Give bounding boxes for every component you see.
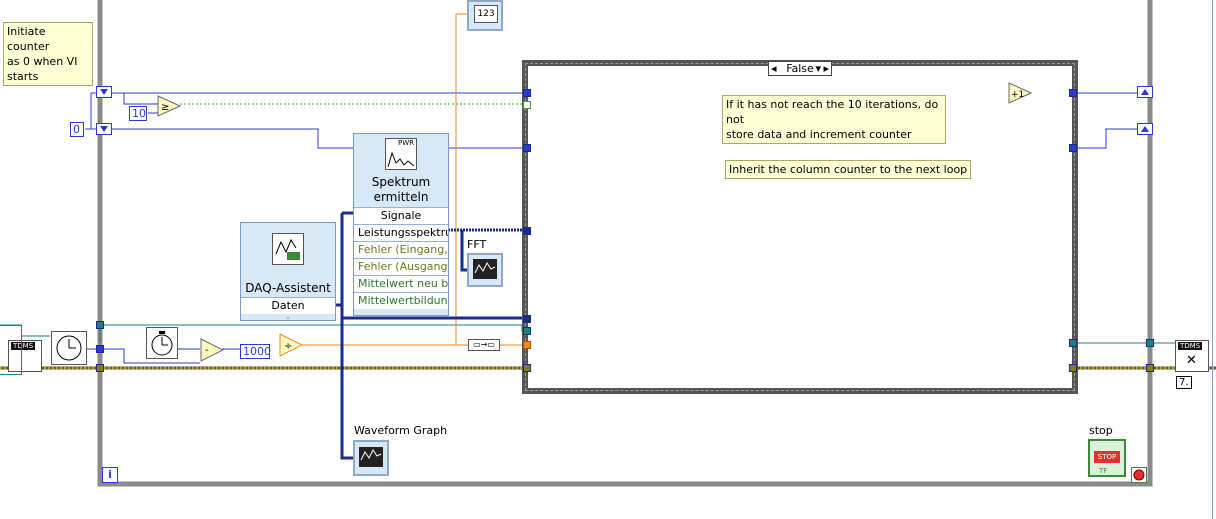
case-tunnel-out-3 [1069, 339, 1077, 347]
fft-label: FFT [467, 238, 487, 251]
svg-text:+1: +1 [1011, 90, 1024, 100]
stop-label: stop [1089, 424, 1113, 437]
terminal-leistungsspektrum[interactable]: Leistungsspektru [354, 224, 448, 241]
left-refnum-box [0, 325, 22, 375]
loop-condition-icon[interactable] [1131, 467, 1147, 483]
case-selector-value: False [786, 62, 814, 75]
case-tunnel-out-4 [1069, 364, 1077, 372]
stop-button-face: STOP [1094, 451, 1120, 463]
numeric-display-text: 123 [474, 5, 498, 23]
case-tunnel-6 [523, 341, 531, 349]
power-spectrum-icon: PWR [385, 138, 417, 170]
loop-tunnel-refnum-right [1146, 339, 1154, 347]
stop-button-control[interactable]: STOP TF [1088, 439, 1126, 477]
greater-or-equal-function[interactable]: ≥ [157, 95, 181, 117]
terminal-fehler-eingang[interactable]: Fehler (Eingang, [354, 241, 448, 258]
terminal-mittelwert-neu[interactable]: Mittelwert neu b [354, 275, 448, 292]
loop-tunnel-error-left [96, 364, 104, 372]
case-tunnel-out-2 [1069, 144, 1077, 152]
waveform-graph-label: Waveform Graph [354, 424, 448, 437]
terminal-fehler-ausgang[interactable]: Fehler (Ausgang [354, 258, 448, 275]
case-tunnel-bool [523, 101, 531, 109]
numeric-indicator[interactable]: 123 [467, 0, 503, 31]
case-selector[interactable]: ◂ False ▾ ▸ [768, 61, 832, 76]
waveform-graph-indicator[interactable] [353, 440, 389, 476]
terminal-signale[interactable]: Signale [354, 207, 448, 224]
shift-register-left-top[interactable] [96, 86, 112, 98]
increment-function[interactable]: +1 [1008, 82, 1032, 104]
stop-tf-badge: TF [1099, 467, 1108, 475]
to-waveform-icon[interactable]: ▭→▭ [468, 339, 500, 351]
divide-function[interactable]: ÷ [279, 333, 303, 357]
spectrum-title-2: ermitteln [373, 190, 429, 204]
spectrum-express-vi[interactable]: PWR Spektrum ermitteln Signale Leistungs… [353, 133, 449, 316]
svg-text:÷: ÷ [284, 341, 292, 352]
tdms-close-x-icon: ✕ [1186, 353, 1197, 368]
constant-thousand[interactable]: 1000 [240, 344, 271, 359]
iteration-terminal: i [102, 467, 118, 483]
case-tunnel-3 [523, 227, 531, 235]
tick-count-icon[interactable] [51, 331, 87, 365]
loop-tunnel-refnum-left [96, 321, 104, 329]
loop-tunnel-time-left [96, 345, 104, 353]
spectrum-title-1: Spektrum [371, 175, 431, 189]
daq-assistant[interactable]: DAQ-Assistent Daten ⌄ [240, 222, 336, 321]
daq-expand-icon[interactable]: ⌄ [241, 313, 335, 321]
shift-register-right-top[interactable] [1137, 86, 1153, 98]
diagram-right-edge [1212, 0, 1213, 519]
subtract-function[interactable]: - [200, 338, 224, 362]
comment-not-reached: If it has not reach the 10 iterations, d… [722, 95, 946, 144]
shift-register-right-bottom[interactable] [1137, 123, 1153, 135]
case-tunnel-1 [523, 89, 531, 97]
terminal-mittelwertbildung[interactable]: Mittelwertbildun [354, 292, 448, 309]
constant-zero[interactable]: 0 [70, 122, 84, 137]
case-increment-icon[interactable]: ▸ [823, 62, 829, 76]
case-tunnel-2 [523, 144, 531, 152]
daq-title: DAQ-Assistent [245, 281, 331, 295]
constant-ten[interactable]: 10 [129, 106, 147, 121]
pwr-icon-text: PWR [397, 139, 414, 147]
fft-graph-indicator[interactable] [467, 253, 503, 287]
case-tunnel-out-1 [1069, 89, 1077, 97]
svg-text:≥: ≥ [161, 102, 169, 113]
wait-ms-icon[interactable] [146, 327, 178, 359]
svg-text:-: - [205, 345, 209, 356]
tdms-number: 7. [1176, 376, 1192, 389]
shift-register-left-bottom[interactable] [96, 123, 112, 135]
loop-tunnel-error-right [1146, 364, 1154, 372]
tdms-close-label: TDMS [1178, 342, 1203, 350]
comment-inherit: Inherit the column counter to the next l… [725, 160, 972, 179]
comment-initiate-counter: Initiate counter as 0 when VI starts [3, 22, 93, 86]
case-tunnel-7 [523, 364, 531, 372]
case-decrement-icon[interactable]: ◂ [771, 62, 777, 76]
daq-icon [272, 233, 304, 265]
case-tunnel-5 [523, 327, 531, 335]
tdms-close-icon[interactable]: TDMS ✕ [1175, 340, 1209, 372]
case-tunnel-4 [523, 315, 531, 323]
case-dropdown-icon[interactable]: ▾ [815, 62, 821, 76]
